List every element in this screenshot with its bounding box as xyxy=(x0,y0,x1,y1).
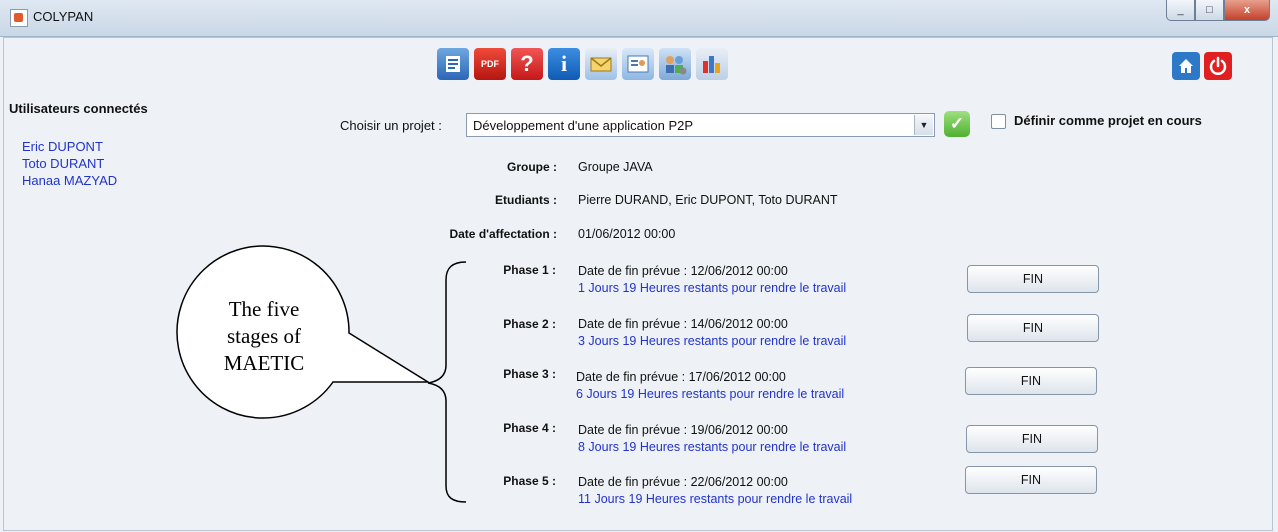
annotation-line: The five xyxy=(228,297,300,321)
annotation-line: stages of xyxy=(226,324,302,348)
annotation-line: MAETIC xyxy=(223,351,305,375)
annotation-text: The five stages of MAETIC xyxy=(204,296,324,377)
annotation-overlay xyxy=(176,245,467,503)
curly-brace xyxy=(427,261,467,503)
